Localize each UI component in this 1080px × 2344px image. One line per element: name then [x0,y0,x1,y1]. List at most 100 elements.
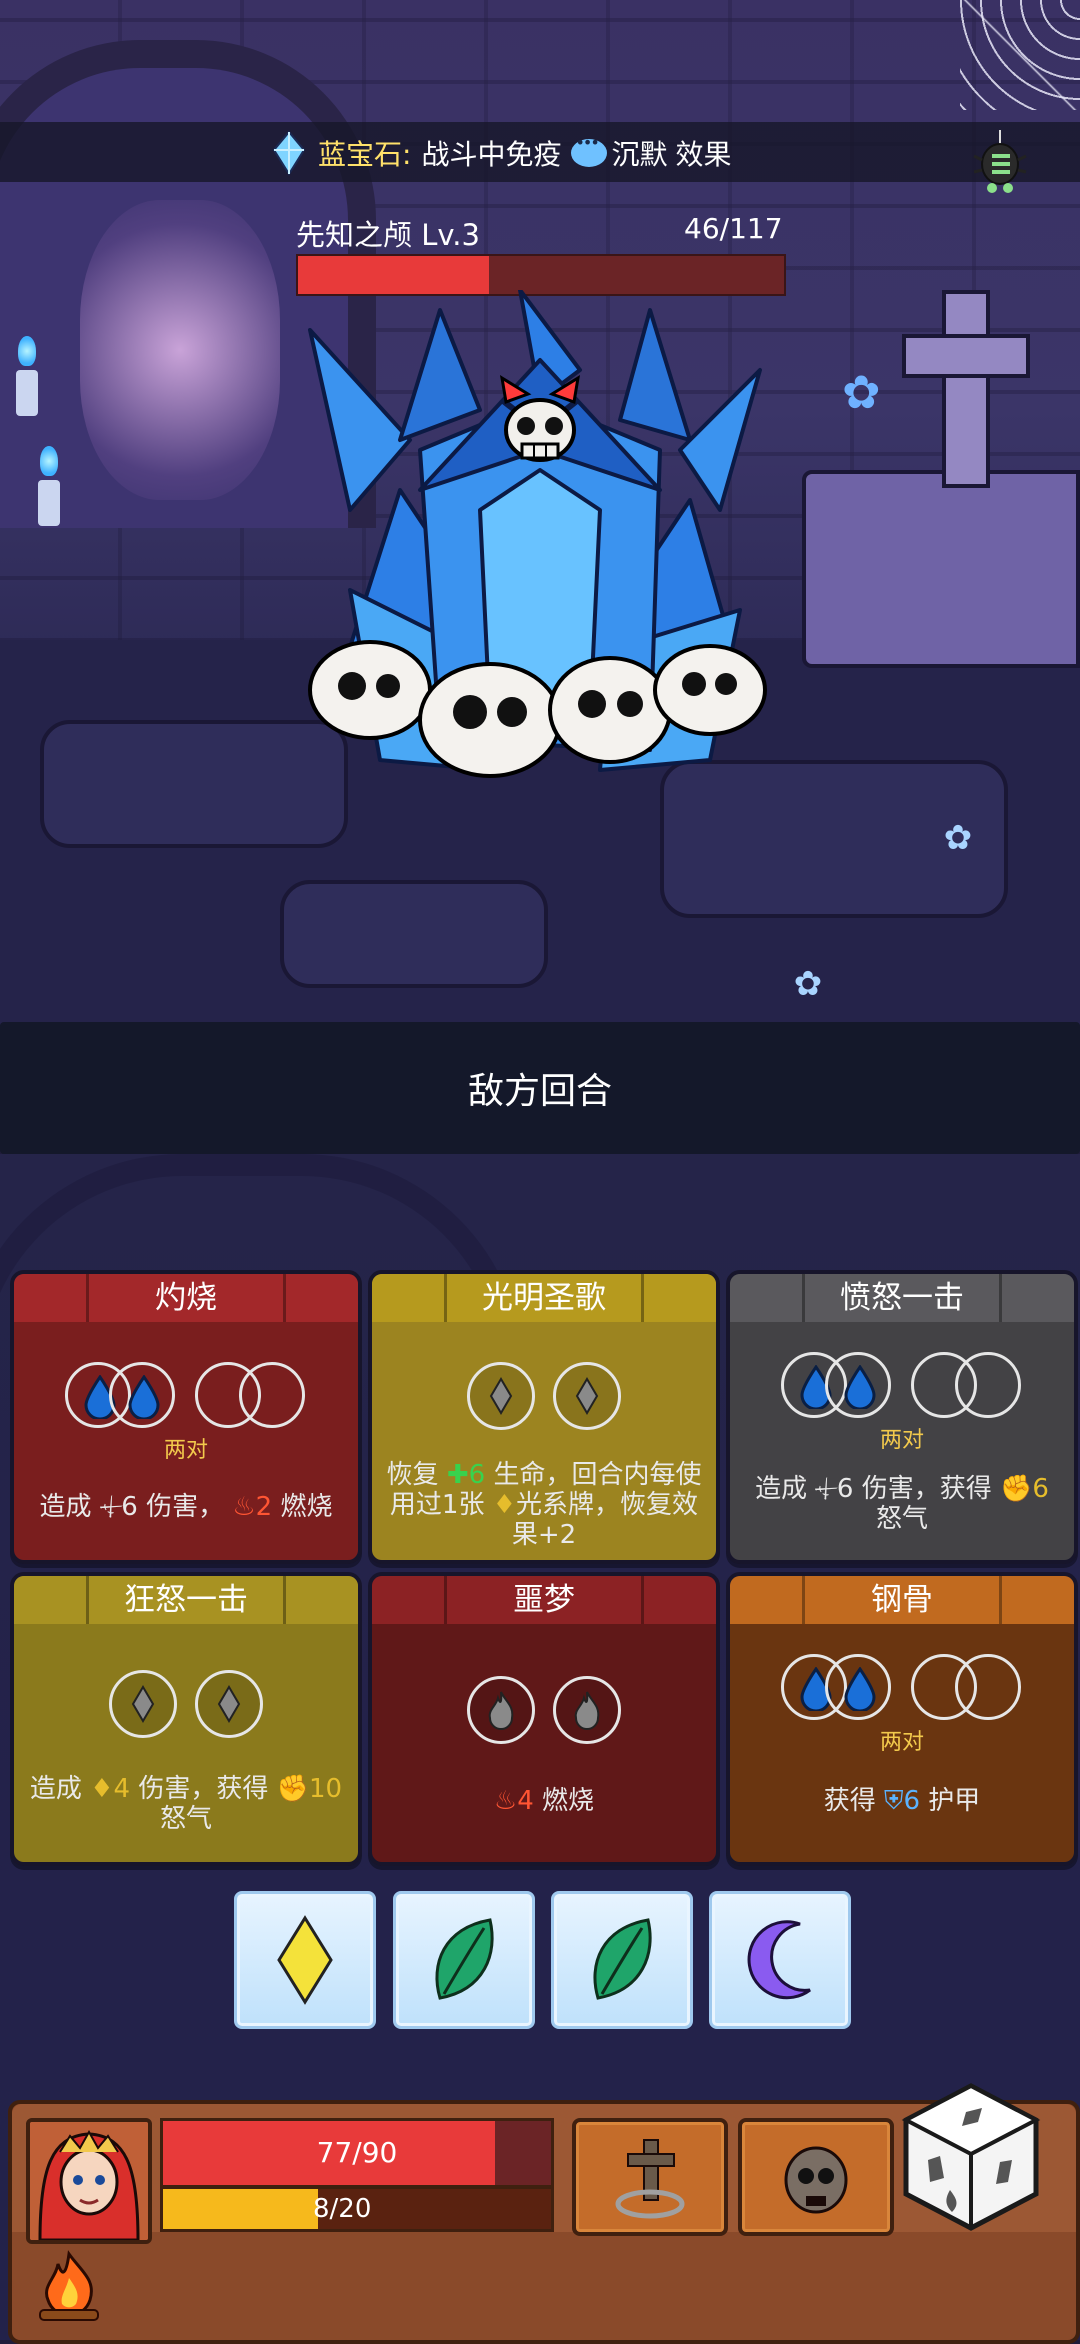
relic-name: 蓝宝石: [318,138,412,171]
water-drop-icon [128,1375,160,1419]
die-purple-moon[interactable] [709,1891,851,2029]
purple-moon-icon [747,1920,811,2000]
card-title-text: 光明圣歌 [482,1280,606,1316]
dice-slot [467,1362,535,1430]
card-description: 造成 ⚔6 伤害， ♨2 燃烧 [26,1489,346,1524]
arch-glow [80,200,280,500]
card-anger-strike[interactable]: 愤怒一击 两对 造成 ⚔6 伤害，获得 ✊6 怒气 [726,1270,1078,1564]
roll-dice-button[interactable] [900,2082,1042,2232]
fire-icon: ♨ [493,1786,518,1816]
card-nightmare[interactable]: 噩梦 ♨4 燃烧 [368,1572,720,1866]
enemy-crystal-skull[interactable] [290,290,790,800]
pair-slot [195,1362,307,1430]
candle-icon [16,336,38,416]
pair-slot [781,1352,893,1420]
ground-slab [280,880,548,988]
turn-banner: 敌方回合 [0,1022,1080,1154]
desc-text: 6 伤害，获得 [836,1474,992,1504]
menu-bug-icon[interactable] [968,130,1032,194]
dice-slot [825,1352,891,1418]
heal-plus-icon: ✚ [446,1460,469,1490]
desc-text: 伤害，获得 [138,1774,269,1804]
card-title-text: 灼烧 [155,1280,217,1316]
relic-info[interactable]: 蓝宝石: 战斗中免疫 沉默 效果 [270,128,731,178]
desc-text: 燃烧 [542,1786,595,1816]
flower-icon: ✿ [943,818,973,858]
pair-slot [911,1654,1023,1722]
diamond-icon [131,1685,155,1723]
fist-icon: ✊ [999,1474,1033,1504]
desc-text: 获得 [823,1786,876,1816]
flame-icon [574,1691,600,1730]
card-steel-bone[interactable]: 钢骨 两对 获得 ⛨6 护甲 [726,1572,1078,1866]
candle-icon [38,446,60,526]
dice-slot [239,1362,305,1428]
card-title-text: 愤怒一击 [840,1280,964,1316]
dice-slot [553,1362,621,1430]
player-rage-text: 8/20 [313,2194,372,2224]
player-portrait[interactable] [26,2118,152,2244]
desc-text: 造成 [39,1492,92,1522]
diamond-icon [489,1377,513,1415]
relic-slot-cross[interactable] [572,2118,728,2236]
card-description: 获得 ⛨6 护甲 [742,1786,1062,1816]
green-leaf-icon [435,1918,494,2000]
card-fury-strike[interactable]: 狂怒一击 造成 ♦4 伤害，获得 ✊10 怒气 [10,1572,362,1866]
card-title: 光明圣歌 [372,1274,716,1322]
spiderweb-lines [960,0,1080,110]
diamond-icon [217,1685,241,1723]
card-title-text: 噩梦 [513,1582,575,1618]
card-requirement: 两对 [163,1438,208,1463]
skull-jar-icon [784,2146,848,2214]
dice-slot [195,1670,263,1738]
pair-slot [65,1362,177,1430]
light-diamond-icon: ♦ [90,1774,114,1804]
card-title: 钢骨 [730,1576,1074,1624]
card-slots [14,1362,358,1430]
card-title: 噩梦 [372,1576,716,1624]
desc-value: 6 [903,1786,921,1816]
fist-icon: ✊ [276,1774,309,1804]
card-description: 造成 ♦4 伤害，获得 ✊10 怒气 [26,1774,346,1834]
dice-slot [825,1654,891,1720]
card-slots [372,1676,716,1744]
shield-icon: ⛨ [883,1786,904,1816]
dice-slot [955,1352,1021,1418]
player-hp-bar: 77/90 [160,2118,554,2188]
player-rage-bar: 8/20 [160,2186,554,2232]
card-requirement: 两对 [879,1730,924,1755]
flame-icon [488,1691,514,1730]
desc-text: 护甲 [928,1786,981,1816]
card-description: ♨4 燃烧 [384,1786,704,1816]
relic-effect-text: 战斗中免疫 [421,138,562,171]
yellow-diamond-icon [277,1915,333,2005]
player-hp-text: 77/90 [316,2136,398,2169]
flower-icon: ✿ [793,964,823,1004]
campfire-icon[interactable] [34,2250,104,2324]
card-burn[interactable]: 灼烧 两对 造成 ⚔6 伤害， ♨2 燃烧 [10,1270,362,1564]
card-title-text: 狂怒一击 [124,1582,248,1618]
card-title: 灼烧 [14,1274,358,1322]
desc-text: 恢复 [386,1460,439,1490]
desc-value: 6 [468,1460,486,1490]
sapphire-gem-icon [272,130,306,176]
water-drop-icon [844,1667,876,1711]
light-diamond-icon: ♦ [492,1490,517,1520]
card-description: 恢复 ✚6 生命，回合内每使用过1张 ♦光系牌，恢复效果+2 [384,1460,704,1550]
desc-text: 造成 [755,1474,808,1504]
die-yellow-diamond[interactable] [234,1891,376,2029]
desc-value: 4 [113,1774,131,1804]
flower-icon: ✿ [842,365,881,419]
die-green-leaf[interactable] [393,1891,535,2029]
card-light-hymn[interactable]: 光明圣歌 恢复 ✚6 生命，回合内每使用过1张 ♦光系牌，恢复效果+2 [368,1270,720,1564]
enemy-hp-text: 46/117 [684,212,783,245]
relic-slot-skull[interactable] [738,2118,894,2236]
tomb-slab [802,470,1080,668]
green-leaf-icon [593,1918,652,2000]
card-slots [14,1670,358,1738]
card-slots [372,1362,716,1430]
silence-icon [571,133,608,167]
desc-text: 光系牌，恢复效果+2 [511,1490,699,1550]
die-green-leaf[interactable] [551,1891,693,2029]
dice-slot [467,1676,535,1744]
